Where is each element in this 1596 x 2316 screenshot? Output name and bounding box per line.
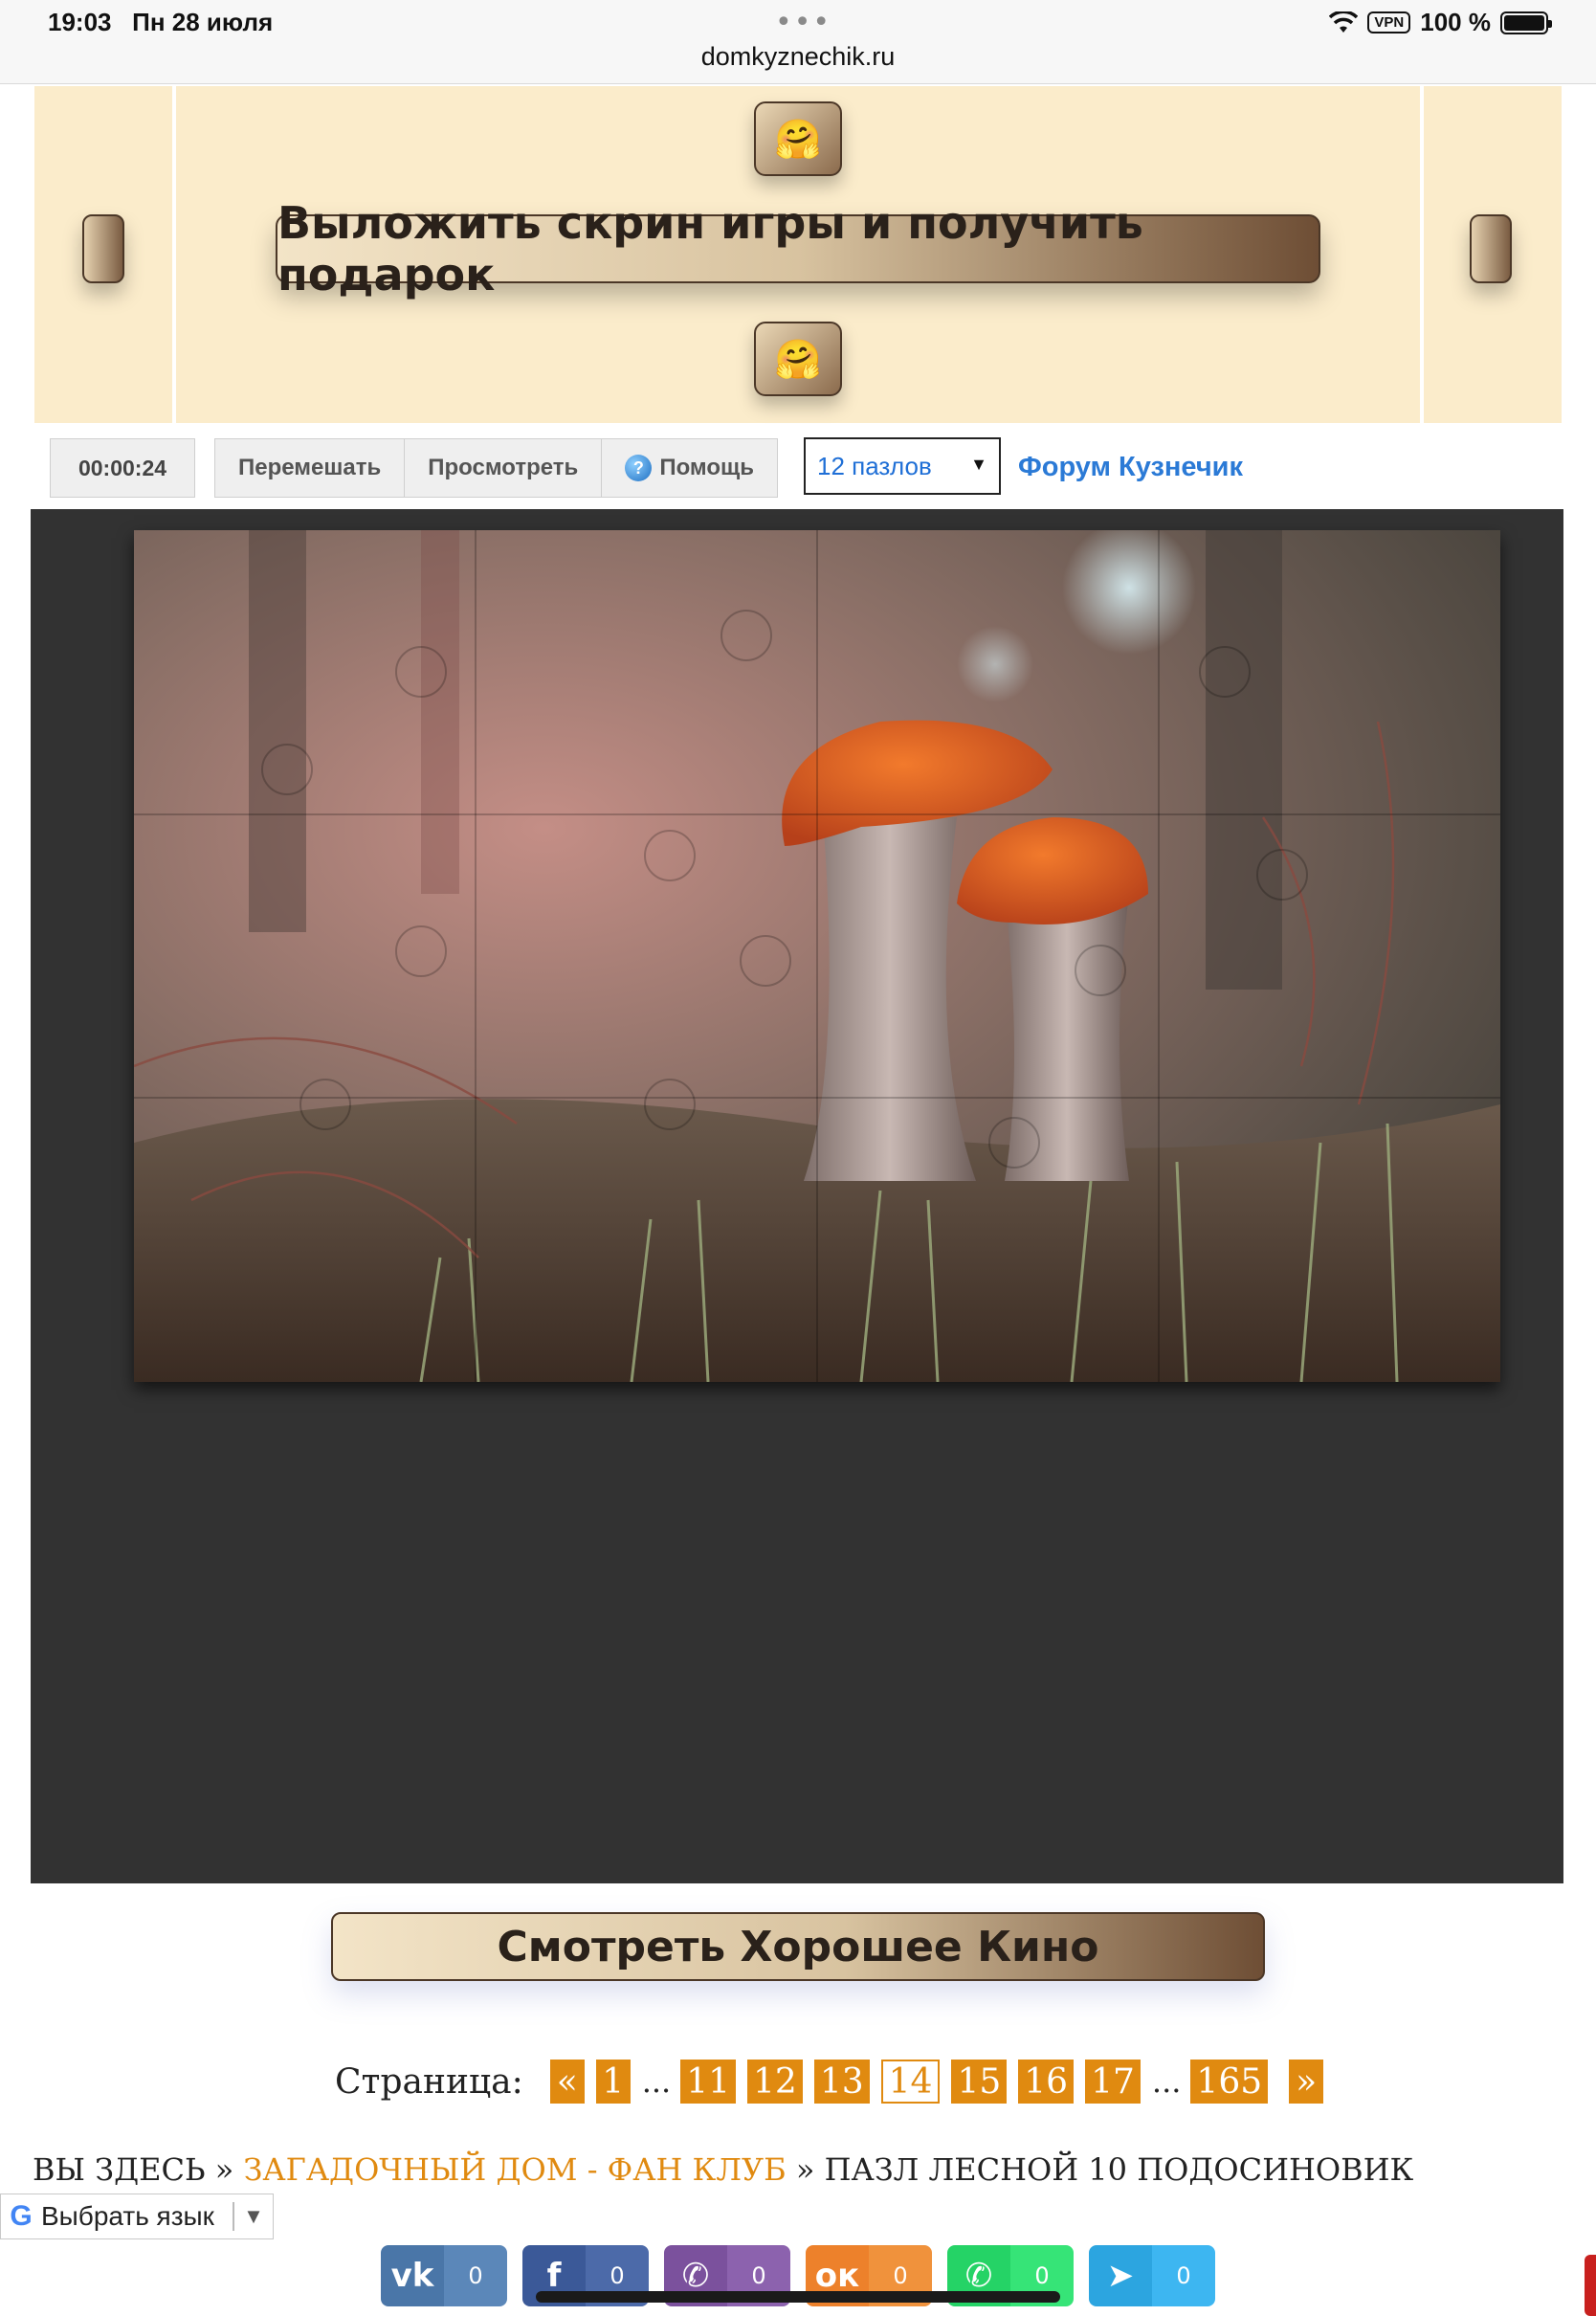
post-screenshot-gift-button[interactable]: Выложить скрин игры и получить подарок [276,197,1320,301]
pagination: Страница: « 1 ... 11 12 13 14 15 16 17 .… [335,2060,1335,2104]
chevron-down-icon: ▼ [243,2204,264,2228]
shuffle-button[interactable]: Перемешать [215,439,406,497]
breadcrumb-separator: » [214,2151,234,2188]
battery-percent: 100 % [1420,8,1491,36]
more-dots-icon[interactable]: ••• [775,6,831,39]
share-count: 0 [1152,2245,1215,2306]
shuffle-label: Перемешать [238,455,382,480]
battery-icon [1500,11,1552,34]
share-count: 0 [444,2245,507,2306]
pagination-page-11[interactable]: 11 [680,2060,737,2104]
preview-label: Просмотреть [428,455,579,480]
vk-icon: vk [381,2245,444,2306]
pagination-page-current: 14 [880,2060,941,2104]
pagination-page-17[interactable]: 17 [1085,2060,1141,2104]
puzzle-picture [134,530,1500,1382]
status-indicators: VPN 100 % [1329,8,1552,37]
pagination-page-16[interactable]: 16 [1018,2060,1075,2104]
hug-emoji-icon: 🤗 [774,337,822,382]
banner-side-pill-left[interactable] [82,214,124,283]
address-bar-url[interactable]: domkyznechik.ru [0,42,1596,72]
breadcrumb-separator: » [795,2151,815,2188]
banner-divider [172,86,176,423]
time-text: 19:03 [48,8,112,36]
pagination-label: Страница: [335,2061,523,2102]
language-selector[interactable]: G Выбрать язык ▼ [0,2194,274,2239]
dropdown-arrow-icon: ▼ [970,455,987,474]
share-button-telegram[interactable]: ➤ 0 [1089,2245,1215,2306]
pieces-count-select[interactable]: 12 пазлов ▼ [804,437,1001,495]
wifi-icon [1329,11,1359,33]
preview-button[interactable]: Просмотреть [405,439,603,497]
hug-emoji-button-bottom[interactable]: 🤗 [754,322,842,396]
help-icon: ? [625,455,653,481]
help-button[interactable]: ? Помощь [602,439,777,497]
banner-divider [1420,86,1424,423]
status-bar: 19:03 Пн 28 июля ••• domkyznechik.ru VPN… [0,0,1596,84]
status-time: 19:03 Пн 28 июля [48,8,273,37]
help-label: Помощь [659,455,755,480]
pagination-page-15[interactable]: 15 [951,2060,1008,2104]
hug-emoji-button-top[interactable]: 🤗 [754,101,842,176]
banner-side-pill-right[interactable] [1470,214,1512,283]
puzzle-image-mushrooms[interactable] [134,530,1500,1382]
game-timer: 00:00:24 [50,438,195,498]
forum-link[interactable]: Форум Кузнечик [1018,452,1243,483]
pagination-next[interactable]: » [1289,2060,1324,2104]
pagination-ellipsis: ... [1151,2063,1182,2100]
hug-emoji-icon: 🤗 [774,117,822,162]
language-label: Выбрать язык [41,2201,214,2231]
breadcrumb: ВЫ ЗДЕСЬ » ЗАГАДОЧНЫЙ ДОМ - ФАН КЛУБ » П… [33,2151,1413,2188]
pagination-page-13[interactable]: 13 [813,2060,870,2104]
share-button-vk[interactable]: vk 0 [381,2245,507,2306]
side-tab[interactable] [1585,2255,1596,2316]
breadcrumb-current: ПАЗЛ ЛЕСНОЙ 10 ПОДОСИНОВИК [824,2151,1414,2188]
google-icon: G [10,2200,33,2232]
date-text: Пн 28 июля [132,8,274,36]
pieces-count-value: 12 пазлов [817,451,932,480]
puzzle-controls: Перемешать Просмотреть ? Помощь [214,438,779,498]
breadcrumb-link-fan-club[interactable]: ЗАГАДОЧНЫЙ ДОМ - ФАН КЛУБ [243,2151,786,2188]
breadcrumb-prefix: ВЫ ЗДЕСЬ [33,2151,206,2188]
pagination-page-last[interactable]: 165 [1190,2060,1269,2104]
pagination-ellipsis: ... [641,2063,672,2100]
pagination-page-1[interactable]: 1 [595,2060,631,2104]
pagination-page-12[interactable]: 12 [747,2060,803,2104]
home-indicator[interactable] [536,2291,1060,2303]
watch-good-movies-button[interactable]: Смотреть Хорошее Кино [331,1912,1265,1981]
pagination-prev[interactable]: « [549,2060,585,2104]
vpn-badge: VPN [1367,11,1411,33]
telegram-icon: ➤ [1089,2245,1152,2306]
page: 19:03 Пн 28 июля ••• domkyznechik.ru VPN… [0,0,1596,2316]
promo-banner: 🤗 Выложить скрин игры и получить подарок… [34,86,1562,423]
